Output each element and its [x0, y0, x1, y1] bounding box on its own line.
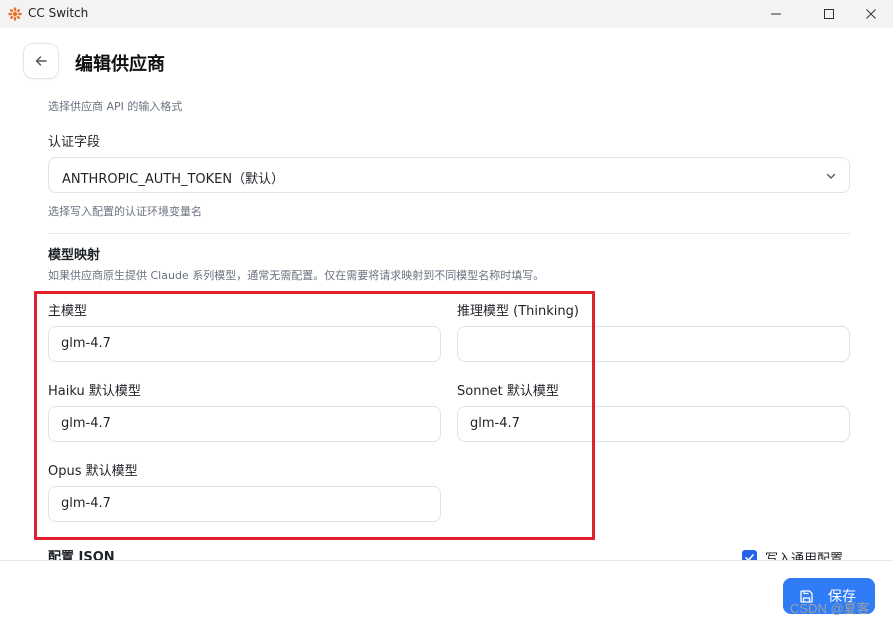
minimize-button[interactable]: [753, 0, 799, 28]
page-title: 编辑供应商: [75, 54, 165, 75]
opus-model-label: Opus 默认模型: [48, 464, 138, 479]
auth-field-select[interactable]: ANTHROPIC_AUTH_TOKEN（默认）: [48, 157, 850, 193]
main-model-label: 主模型: [48, 304, 88, 319]
haiku-model-label: Haiku 默认模型: [48, 384, 141, 399]
auth-field-selected-value: ANTHROPIC_AUTH_TOKEN（默认）: [62, 172, 285, 187]
sonnet-model-label: Sonnet 默认模型: [457, 384, 559, 399]
opus-model-input[interactable]: glm-4.7: [48, 486, 441, 522]
minimize-icon: [771, 13, 781, 15]
auth-field-label: 认证字段: [48, 135, 101, 150]
page-header: 编辑供应商: [0, 28, 893, 90]
title-bar: CC Switch: [0, 0, 893, 28]
write-common-config-checkbox[interactable]: [742, 550, 757, 560]
model-mapping-title: 模型映射: [48, 248, 101, 263]
app-logo-icon: [8, 7, 22, 21]
haiku-model-input[interactable]: glm-4.7: [48, 406, 441, 442]
section-divider: [48, 233, 850, 234]
close-icon: [866, 9, 876, 19]
thinking-model-label: 推理模型 (Thinking): [457, 304, 579, 319]
thinking-model-input[interactable]: [457, 326, 850, 362]
write-common-config-label: 写入通用配置: [765, 552, 844, 560]
form-content[interactable]: 选择供应商 API 的输入格式 认证字段 ANTHROPIC_AUTH_TOKE…: [0, 90, 893, 560]
main-model-input[interactable]: glm-4.7: [48, 326, 441, 362]
write-common-config-toggle[interactable]: 写入通用配置: [742, 548, 843, 560]
config-json-label: 配置 JSON: [48, 550, 115, 560]
close-button[interactable]: [848, 0, 893, 28]
back-button[interactable]: [23, 43, 59, 79]
watermark-text: CSDN @夏客: [790, 601, 870, 616]
maximize-button[interactable]: [806, 0, 852, 28]
model-mapping-description: 如果供应商原生提供 Claude 系列模型，通常无需配置。仅在需要将请求映射到不…: [48, 269, 545, 282]
window-title: CC Switch: [28, 6, 89, 20]
page-footer: 保存 CSDN @夏客: [0, 560, 893, 622]
maximize-icon: [824, 9, 834, 19]
auth-field-hint: 选择写入配置的认证环境变量名: [48, 205, 202, 218]
chevron-down-icon: [826, 173, 836, 179]
checkmark-icon: [745, 554, 754, 560]
arrow-left-icon: [35, 56, 47, 66]
sonnet-model-input[interactable]: glm-4.7: [457, 406, 850, 442]
api-format-hint: 选择供应商 API 的输入格式: [48, 100, 183, 113]
